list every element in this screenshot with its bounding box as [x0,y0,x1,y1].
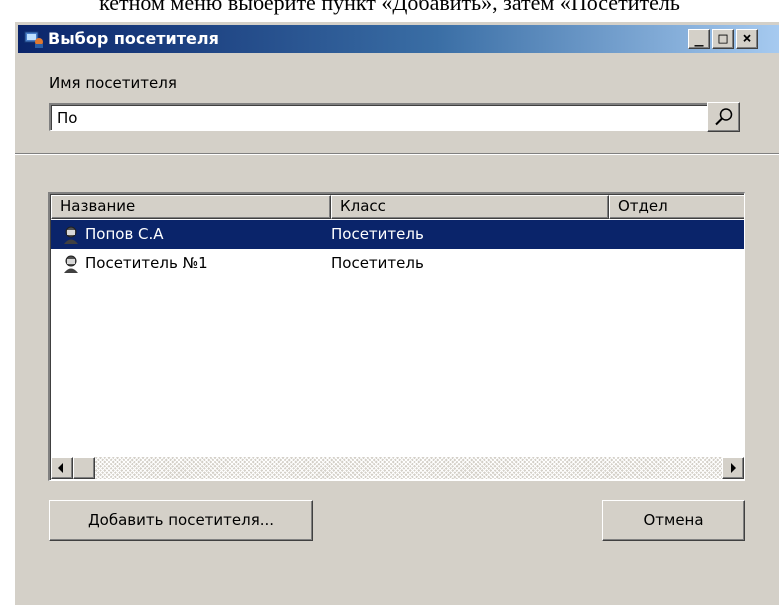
row-name: Посетитель №1 [85,254,208,272]
scroll-thumb[interactable] [73,457,95,479]
scroll-left-button[interactable] [51,457,73,479]
column-header-name[interactable]: Название [51,195,331,219]
close-button[interactable]: × [736,29,758,49]
search-button[interactable] [707,102,740,132]
horizontal-scrollbar[interactable] [51,457,744,479]
visitor-name-input[interactable] [49,103,709,131]
title-bar[interactable]: Выбор посетителя _ □ × [18,25,779,53]
person-icon [64,255,78,273]
minimize-button[interactable]: _ [688,29,710,49]
maximize-icon: □ [718,29,728,47]
column-header-department[interactable]: Отдел [609,195,744,219]
visitor-list[interactable]: Название Класс Отдел Попов С.А Посетител… [48,192,745,481]
list-row[interactable]: Посетитель №1 Посетитель [51,249,744,278]
close-icon: × [742,29,752,47]
arrow-right-icon [731,463,736,473]
minimize-icon: _ [694,29,704,47]
arrow-left-icon [58,463,63,473]
app-icon [24,31,43,48]
list-header: Название Класс Отдел [51,195,744,219]
add-visitor-button[interactable]: Добавить посетителя... [49,500,313,541]
window-title: Выбор посетителя [48,29,219,48]
scroll-right-button[interactable] [722,457,744,479]
row-class: Посетитель [331,225,424,243]
search-icon [715,108,733,126]
visitor-select-dialog: Выбор посетителя _ □ × Имя посетителя На… [14,21,779,605]
person-icon [64,226,78,244]
list-row[interactable]: Попов С.А Посетитель [51,220,744,249]
list-rows: Попов С.А Посетитель Посетитель №1 Посет… [51,220,744,278]
document-text: кетном меню выберите пункт «Добавить», з… [99,0,680,15]
maximize-button[interactable]: □ [712,29,734,49]
cancel-button[interactable]: Отмена [602,500,745,541]
visitor-name-label: Имя посетителя [49,74,177,92]
row-class: Посетитель [331,254,424,272]
column-header-class[interactable]: Класс [331,195,609,219]
separator [15,153,779,155]
row-name: Попов С.А [85,225,164,243]
